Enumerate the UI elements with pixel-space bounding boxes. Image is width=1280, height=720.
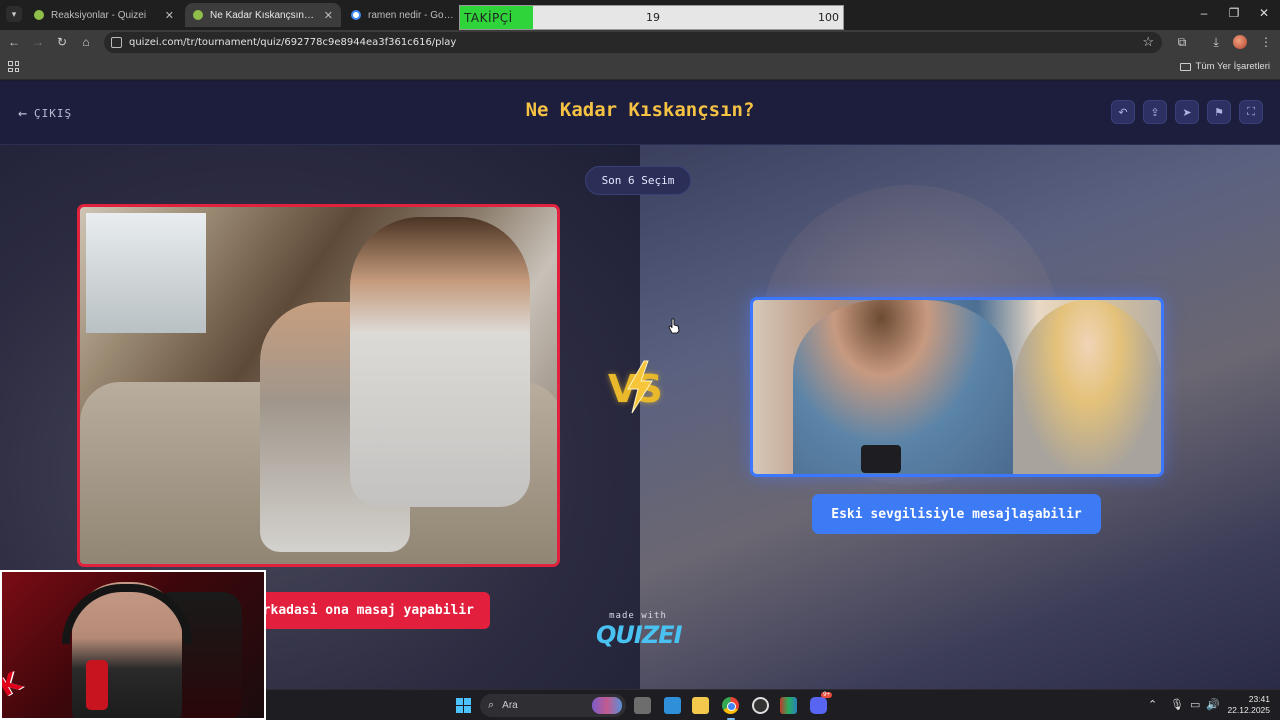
microphone-shape — [86, 660, 108, 710]
send-button[interactable]: ➤ — [1175, 100, 1199, 124]
tab-search-button[interactable]: ▾ — [6, 6, 22, 22]
search-icon: ⌕ — [488, 699, 495, 711]
channel-logo: K — [0, 666, 27, 704]
round-badge: Son 6 Seçim — [585, 166, 691, 195]
reload-icon[interactable]: ↻ — [54, 34, 70, 50]
all-bookmarks-button[interactable]: Tüm Yer İşaretleri — [1179, 61, 1270, 72]
tab-close-icon[interactable]: ✕ — [165, 9, 174, 22]
site-info-icon[interactable] — [111, 37, 122, 48]
send-icon: ➤ — [1182, 106, 1192, 119]
back-icon[interactable]: ← — [6, 34, 22, 50]
follower-count: 19 — [646, 11, 660, 24]
quizei-favicon-icon — [34, 10, 44, 20]
undo-button[interactable]: ↶ — [1111, 100, 1135, 124]
windows-start-icon[interactable] — [456, 698, 471, 713]
clock-time: 23:41 — [1248, 694, 1270, 704]
clock-date: 22.12.2025 — [1227, 705, 1270, 715]
phone-shape — [861, 445, 901, 473]
tab-close-icon[interactable]: ✕ — [324, 9, 333, 22]
flag-icon: ⚑ — [1214, 106, 1224, 119]
restore-icon[interactable]: ❐ — [1226, 6, 1242, 20]
follower-label: TAKİPÇİ — [464, 11, 513, 25]
chrome-icon[interactable] — [722, 697, 739, 720]
volume-icon[interactable]: 🔊 — [1206, 698, 1220, 711]
follower-goal-widget: TAKİPÇİ 19 100 — [459, 5, 844, 30]
tab-google-search[interactable]: ramen nedir - Google'da A — [343, 3, 463, 27]
quiz-header: ← ÇIKIŞ Ne Kadar Kıskançsın? ↶ ⇪ ➤ ⚑ ⛶ — [0, 81, 1280, 145]
left-option-image[interactable] — [77, 204, 560, 567]
bookmark-star-icon[interactable]: ☆ — [1142, 34, 1154, 50]
bookmarks-bar: Tüm Yer İşaretleri — [0, 55, 1280, 80]
quiz-title: Ne Kadar Kıskançsın? — [525, 99, 755, 121]
quizei-logo: QUIZEI — [596, 621, 683, 649]
notification-badge: 9+ — [821, 692, 832, 698]
winrar-icon[interactable] — [780, 697, 797, 714]
window-shape — [86, 213, 206, 333]
tab-label: Ne Kadar Kıskançsın? - Tier List — [210, 9, 318, 21]
tray-overflow-icon[interactable]: ⌃ — [1148, 698, 1157, 711]
obs-icon[interactable] — [752, 697, 769, 714]
man-figure — [793, 300, 1013, 474]
man-figure — [350, 217, 530, 507]
tab-label: ramen nedir - Google'da A — [368, 9, 455, 21]
extensions-icon[interactable]: ⧉ — [1174, 34, 1190, 50]
discord-icon[interactable]: 9+ — [810, 692, 832, 714]
lightning-icon — [627, 360, 653, 414]
folder-icon — [1179, 62, 1191, 71]
fullscreen-button[interactable]: ⛶ — [1239, 100, 1263, 124]
made-with-branding[interactable]: made with QUIZEI — [596, 611, 683, 649]
tab-reaksiyonlar[interactable]: Reaksiyonlar - Quizei ✕ — [26, 3, 182, 27]
made-with-text: made with — [609, 611, 667, 621]
share-button[interactable]: ⇪ — [1143, 100, 1167, 124]
right-option-label[interactable]: Eski sevgilisiyle mesajlaşabilir — [812, 494, 1101, 534]
all-bookmarks-label: Tüm Yer İşaretleri — [1195, 61, 1270, 72]
apps-grid-icon[interactable] — [8, 61, 19, 72]
follower-goal: 100 — [818, 11, 839, 24]
report-button[interactable]: ⚑ — [1207, 100, 1231, 124]
home-icon[interactable]: ⌂ — [78, 34, 94, 50]
forward-icon[interactable]: → — [30, 34, 46, 50]
close-window-icon[interactable]: ✕ — [1256, 6, 1272, 20]
profile-avatar-icon[interactable] — [1233, 35, 1247, 49]
hand-cursor-icon — [668, 318, 680, 334]
vs-emblem: VS — [606, 359, 670, 415]
address-bar[interactable]: quizei.com/tr/tournament/quiz/692778c9e8… — [104, 32, 1162, 53]
task-view-icon[interactable] — [634, 697, 651, 714]
google-favicon-icon — [351, 10, 361, 20]
url-text: quizei.com/tr/tournament/quiz/692778c9e8… — [129, 37, 457, 48]
system-clock[interactable]: 23:41 22.12.2025 — [1227, 694, 1270, 716]
minimize-icon[interactable]: – — [1196, 6, 1212, 20]
monitor-tray-icon[interactable]: ▭ — [1190, 698, 1200, 711]
share-icon: ⇪ — [1150, 106, 1160, 119]
fullscreen-icon: ⛶ — [1247, 105, 1255, 118]
download-icon[interactable]: ⤓ — [1208, 34, 1224, 50]
quizei-favicon-icon — [193, 10, 203, 20]
file-explorer-icon[interactable] — [692, 697, 709, 714]
taskbar-search[interactable]: ⌕ Ara — [480, 694, 626, 717]
woman-figure — [1013, 300, 1161, 474]
right-option-image[interactable] — [750, 297, 1164, 477]
undo-icon: ↶ — [1118, 106, 1128, 119]
webcam-overlay: K — [0, 570, 266, 720]
tab-label: Reaksiyonlar - Quizei — [51, 9, 147, 21]
menu-kebab-icon[interactable]: ⋮ — [1258, 34, 1274, 50]
search-highlight-icon — [592, 697, 622, 714]
search-placeholder: Ara — [502, 700, 518, 711]
microphone-tray-icon[interactable]: 🎙 — [1170, 698, 1184, 711]
browser-toolbar: ← → ↻ ⌂ quizei.com/tr/tournament/quiz/69… — [0, 30, 1280, 55]
store-icon[interactable] — [664, 697, 681, 714]
tab-tier-list[interactable]: Ne Kadar Kıskançsın? - Tier List ✕ — [185, 3, 341, 27]
